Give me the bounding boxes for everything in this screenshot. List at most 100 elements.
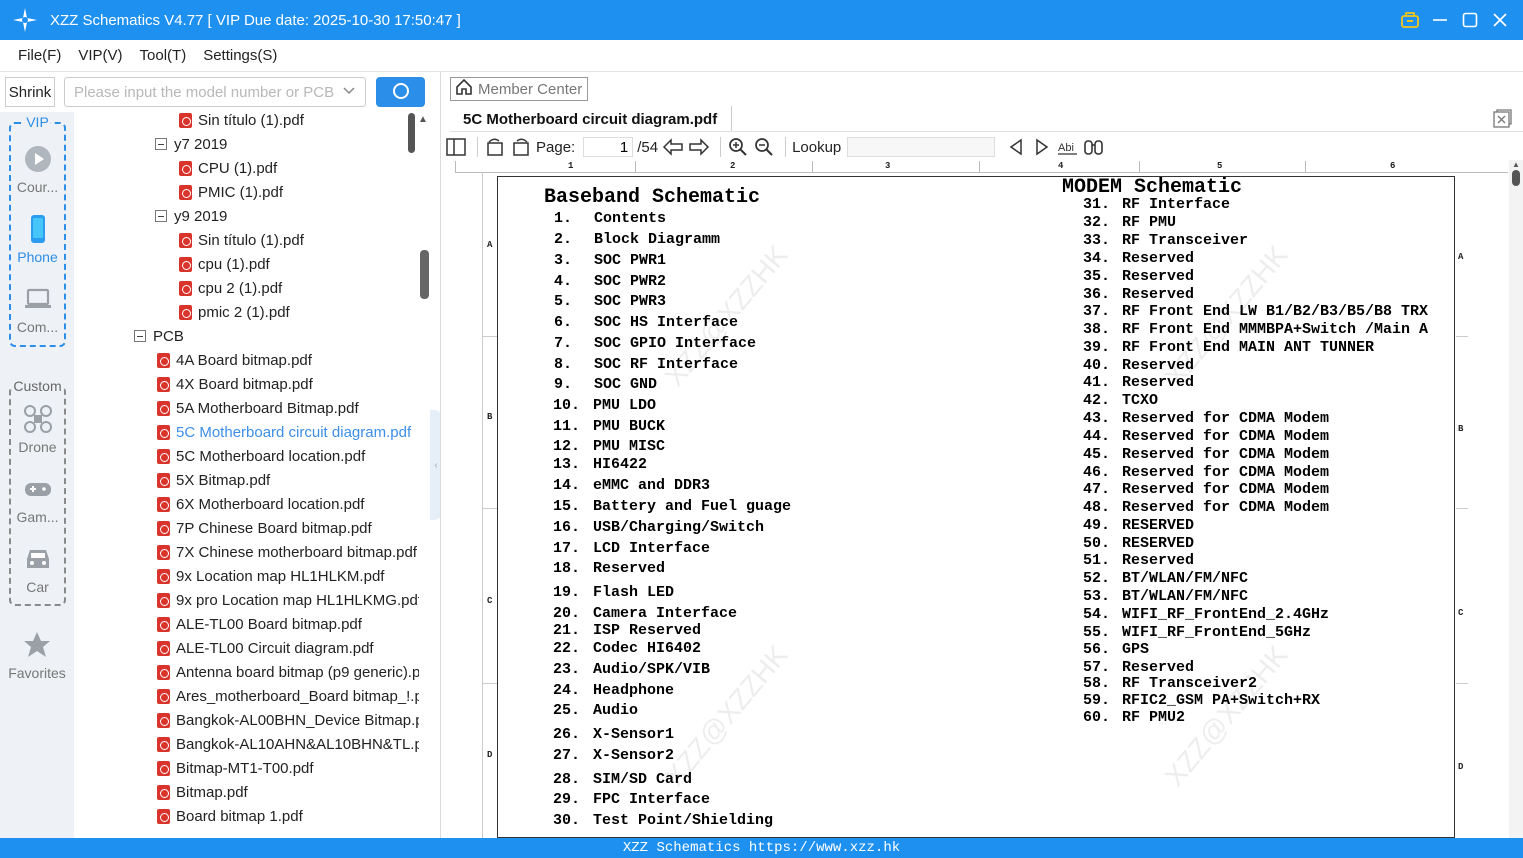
- schematic-contents-row[interactable]: 2. Block Diagramm: [554, 231, 720, 248]
- lookup-input[interactable]: [847, 137, 996, 157]
- tree-file[interactable]: Board bitmap 1.pdf: [157, 804, 303, 828]
- schematic-contents-row[interactable]: 42. TCXO: [1083, 392, 1158, 409]
- schematic-contents-row[interactable]: 4. SOC PWR2: [554, 273, 666, 290]
- document-scrollbar[interactable]: ▲: [1509, 160, 1523, 838]
- schematic-contents-row[interactable]: 5. SOC PWR3: [554, 293, 666, 310]
- tree-file[interactable]: 9x pro Location map HL1HLKMG.pdf: [157, 588, 419, 612]
- schematic-contents-row[interactable]: 7. SOC GPIO Interface: [554, 335, 756, 352]
- collapse-toggle-icon[interactable]: [155, 138, 167, 150]
- tree-file[interactable]: Bitmap-MT1-T00.pdf: [157, 756, 314, 780]
- search-input[interactable]: [64, 77, 366, 107]
- previous-page-icon[interactable]: [662, 136, 684, 158]
- collapse-toggle-icon[interactable]: [134, 330, 146, 342]
- tree-file[interactable]: ALE-TL00 Board bitmap.pdf: [157, 612, 362, 636]
- schematic-contents-row[interactable]: 51. Reserved: [1083, 552, 1194, 569]
- schematic-contents-row[interactable]: 15. Battery and Fuel guage: [553, 498, 791, 515]
- schematic-contents-row[interactable]: 16. USB/Charging/Switch: [553, 519, 764, 536]
- page-number-input[interactable]: [583, 137, 634, 157]
- scroll-up-icon[interactable]: ▲: [418, 114, 428, 125]
- schematic-contents-row[interactable]: 44. Reserved for CDMA Modem: [1083, 428, 1329, 445]
- schematic-contents-row[interactable]: 59. RFIC2_GSM PA+Switch+RX: [1083, 692, 1320, 709]
- schematic-contents-row[interactable]: 31. RF Interface: [1083, 196, 1230, 213]
- tree-file[interactable]: 7P Chinese Board bitmap.pdf: [157, 516, 372, 540]
- sidebar-toggle-icon[interactable]: [445, 136, 467, 158]
- schematic-contents-row[interactable]: 52. BT/WLAN/FM/NFC: [1083, 570, 1248, 587]
- rail-item-courses[interactable]: Cour...: [11, 144, 64, 195]
- schematic-contents-row[interactable]: 55. WIFI_RF_FrontEnd_5GHz: [1083, 624, 1311, 641]
- tree-file[interactable]: 5C Motherboard location.pdf: [157, 444, 365, 468]
- tree-file[interactable]: Bangkok-AL10AHN&AL10BHN&TL.pdf: [157, 732, 419, 756]
- rail-item-phone[interactable]: Phone: [11, 214, 64, 265]
- tree-file[interactable]: ALE-TL00 Circuit diagram.pdf: [157, 636, 374, 660]
- schematic-contents-row[interactable]: 56. GPS: [1083, 641, 1149, 658]
- schematic-contents-row[interactable]: 48. Reserved for CDMA Modem: [1083, 499, 1329, 516]
- menu-vip[interactable]: VIP(V): [78, 47, 122, 64]
- maximize-button[interactable]: [1459, 6, 1481, 34]
- schematic-contents-row[interactable]: 47. Reserved for CDMA Modem: [1083, 481, 1329, 498]
- tree-file[interactable]: Bangkok-AL00BHN_Device Bitmap.pdf: [157, 708, 419, 732]
- schematic-contents-row[interactable]: 26. X-Sensor1: [553, 726, 674, 743]
- schematic-contents-row[interactable]: 22. Codec HI6402: [553, 640, 701, 657]
- tree-file[interactable]: 5A Motherboard Bitmap.pdf: [157, 396, 359, 420]
- rail-item-favorites[interactable]: Favorites: [0, 630, 74, 681]
- zoom-out-icon[interactable]: [753, 136, 775, 158]
- schematic-contents-row[interactable]: 32. RF PMU: [1083, 214, 1176, 231]
- tree-file[interactable]: pmic 2 (1).pdf: [179, 300, 290, 324]
- schematic-contents-row[interactable]: 29. FPC Interface: [553, 791, 710, 808]
- collapse-toggle-icon[interactable]: [155, 210, 167, 222]
- rail-item-games[interactable]: Gam...: [11, 474, 64, 525]
- rotate-left-icon[interactable]: [484, 136, 506, 158]
- schematic-contents-row[interactable]: 27. X-Sensor2: [553, 747, 674, 764]
- schematic-contents-row[interactable]: 50. RESERVED: [1083, 535, 1194, 552]
- tree-scrollbar-thumb[interactable]: [408, 113, 415, 153]
- rotate-right-icon[interactable]: [510, 136, 532, 158]
- tree-file[interactable]: 5C Motherboard circuit diagram.pdf: [157, 420, 411, 444]
- tree-file[interactable]: Bitmap.pdf: [157, 780, 248, 804]
- schematic-contents-row[interactable]: 58. RF Transceiver2: [1083, 675, 1257, 692]
- tree-file[interactable]: Sin título (1).pdf: [179, 228, 304, 252]
- tree-file[interactable]: 5X Bitmap.pdf: [157, 468, 270, 492]
- schematic-contents-row[interactable]: 10. PMU LDO: [553, 397, 656, 414]
- shrink-button[interactable]: Shrink: [5, 77, 55, 107]
- schematic-contents-row[interactable]: 35. Reserved: [1083, 268, 1194, 285]
- zoom-in-icon[interactable]: [727, 136, 749, 158]
- schematic-contents-row[interactable]: 54. WIFI_RF_FrontEnd_2.4GHz: [1083, 606, 1329, 623]
- schematic-contents-row[interactable]: 13. HI6422: [553, 456, 647, 473]
- schematic-contents-row[interactable]: 17. LCD Interface: [553, 540, 710, 557]
- schematic-contents-row[interactable]: 14. eMMC and DDR3: [553, 477, 710, 494]
- schematic-contents-row[interactable]: 33. RF Transceiver: [1083, 232, 1248, 249]
- scroll-up-icon[interactable]: ▲: [1512, 160, 1520, 169]
- document-tab[interactable]: 5C Motherboard circuit diagram.pdf: [450, 106, 732, 132]
- schematic-contents-row[interactable]: 20. Camera Interface: [553, 605, 737, 622]
- schematic-contents-row[interactable]: 6. SOC HS Interface: [554, 314, 738, 331]
- tree-file[interactable]: 4X Board bitmap.pdf: [157, 372, 313, 396]
- tree-file[interactable]: cpu 2 (1).pdf: [179, 276, 282, 300]
- schematic-contents-row[interactable]: 23. Audio/SPK/VIB: [553, 661, 710, 678]
- tree-file[interactable]: Sin título (1).pdf: [179, 110, 304, 132]
- rail-item-drone[interactable]: Drone: [11, 404, 64, 455]
- member-center-button[interactable]: Member Center: [450, 77, 588, 101]
- menu-settings[interactable]: Settings(S): [203, 47, 277, 64]
- tree-file[interactable]: Ares_motherboard_Board bitmap_!.pdf: [157, 684, 419, 708]
- tree-file[interactable]: 4A Board bitmap.pdf: [157, 348, 312, 372]
- schematic-contents-row[interactable]: 28. SIM/SD Card: [553, 771, 692, 788]
- schematic-contents-row[interactable]: 18. Reserved: [553, 560, 665, 577]
- schematic-contents-row[interactable]: 37. RF Front End LW B1/B2/B3/B5/B8 TRX: [1083, 303, 1428, 320]
- chevron-down-icon[interactable]: [341, 83, 357, 99]
- schematic-contents-row[interactable]: 43. Reserved for CDMA Modem: [1083, 410, 1329, 427]
- vip-badge-icon[interactable]: [1399, 6, 1421, 34]
- find-next-icon[interactable]: [1031, 136, 1053, 158]
- schematic-contents-row[interactable]: 49. RESERVED: [1083, 517, 1194, 534]
- schematic-contents-row[interactable]: 34. Reserved: [1083, 250, 1194, 267]
- schematic-contents-row[interactable]: 39. RF Front End MAIN ANT TUNNER: [1083, 339, 1374, 356]
- document-scrollbar-thumb[interactable]: [1512, 170, 1520, 186]
- schematic-contents-row[interactable]: 11. PMU BUCK: [553, 418, 665, 435]
- menu-tool[interactable]: Tool(T): [140, 47, 187, 64]
- schematic-contents-row[interactable]: 30. Test Point/Shielding: [553, 812, 773, 829]
- schematic-contents-row[interactable]: 25. Audio: [553, 702, 638, 719]
- schematic-contents-row[interactable]: 45. Reserved for CDMA Modem: [1083, 446, 1329, 463]
- find-all-icon[interactable]: [1083, 136, 1105, 158]
- schematic-contents-row[interactable]: 46. Reserved for CDMA Modem: [1083, 464, 1329, 481]
- tree-folder[interactable]: PCB: [134, 324, 184, 348]
- schematic-contents-row[interactable]: 9. SOC GND: [554, 376, 657, 393]
